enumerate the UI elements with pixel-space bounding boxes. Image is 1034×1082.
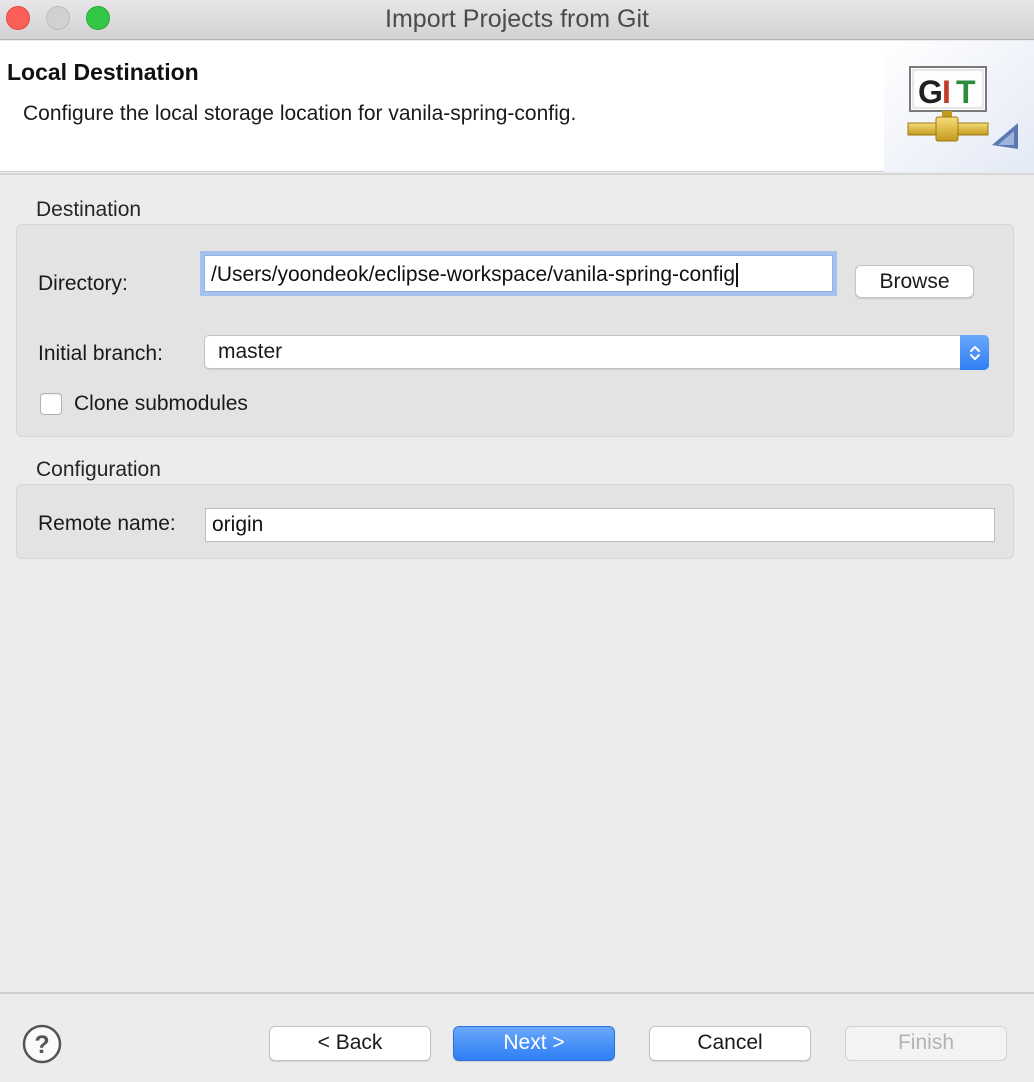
browse-button[interactable]: Browse xyxy=(855,265,974,298)
window-title: Import Projects from Git xyxy=(385,5,649,33)
initial-branch-value: master xyxy=(218,340,283,363)
clone-submodules-label: Clone submodules xyxy=(74,392,248,415)
window-titlebar: Import Projects from Git xyxy=(0,0,1034,40)
finish-button-label: Finish xyxy=(897,1031,955,1054)
banner-separator xyxy=(0,173,1034,175)
svg-text:T: T xyxy=(956,74,976,110)
directory-label: Directory: xyxy=(38,272,128,295)
browse-button-label: Browse xyxy=(879,270,950,293)
back-button-label: < Back xyxy=(317,1031,383,1054)
help-icon[interactable]: ? xyxy=(22,1024,62,1064)
next-button-label: Next > xyxy=(503,1031,565,1054)
cancel-button[interactable]: Cancel xyxy=(649,1026,811,1061)
configuration-group-label: Configuration xyxy=(36,458,161,481)
svg-text:G: G xyxy=(918,74,943,110)
next-button[interactable]: Next > xyxy=(453,1026,615,1061)
directory-value: /Users/yoondeok/eclipse-workspace/vanila… xyxy=(211,263,736,286)
initial-branch-select[interactable]: master xyxy=(204,335,989,370)
page-title: Local Destination xyxy=(7,59,199,85)
footer-separator xyxy=(0,992,1034,994)
text-caret xyxy=(736,263,739,288)
remote-name-input[interactable]: origin xyxy=(205,508,995,542)
initial-branch-label: Initial branch: xyxy=(38,342,163,365)
svg-text:?: ? xyxy=(34,1031,49,1059)
wizard-banner: Local Destination Configure the local st… xyxy=(0,41,1034,172)
page-description: Configure the local storage location for… xyxy=(23,102,577,125)
finish-button[interactable]: Finish xyxy=(845,1026,1007,1061)
cancel-button-label: Cancel xyxy=(697,1031,763,1054)
remote-name-value: origin xyxy=(212,513,264,536)
remote-name-label: Remote name: xyxy=(38,512,176,535)
svg-text:I: I xyxy=(942,74,951,110)
git-wizard-icon: G I T xyxy=(884,41,1034,172)
clone-submodules-checkbox[interactable] xyxy=(40,393,62,415)
destination-group-label: Destination xyxy=(36,198,142,221)
chevron-up-down-icon xyxy=(960,335,989,370)
back-button[interactable]: < Back xyxy=(269,1026,431,1061)
directory-input[interactable]: /Users/yoondeok/eclipse-workspace/vanila… xyxy=(204,255,833,292)
